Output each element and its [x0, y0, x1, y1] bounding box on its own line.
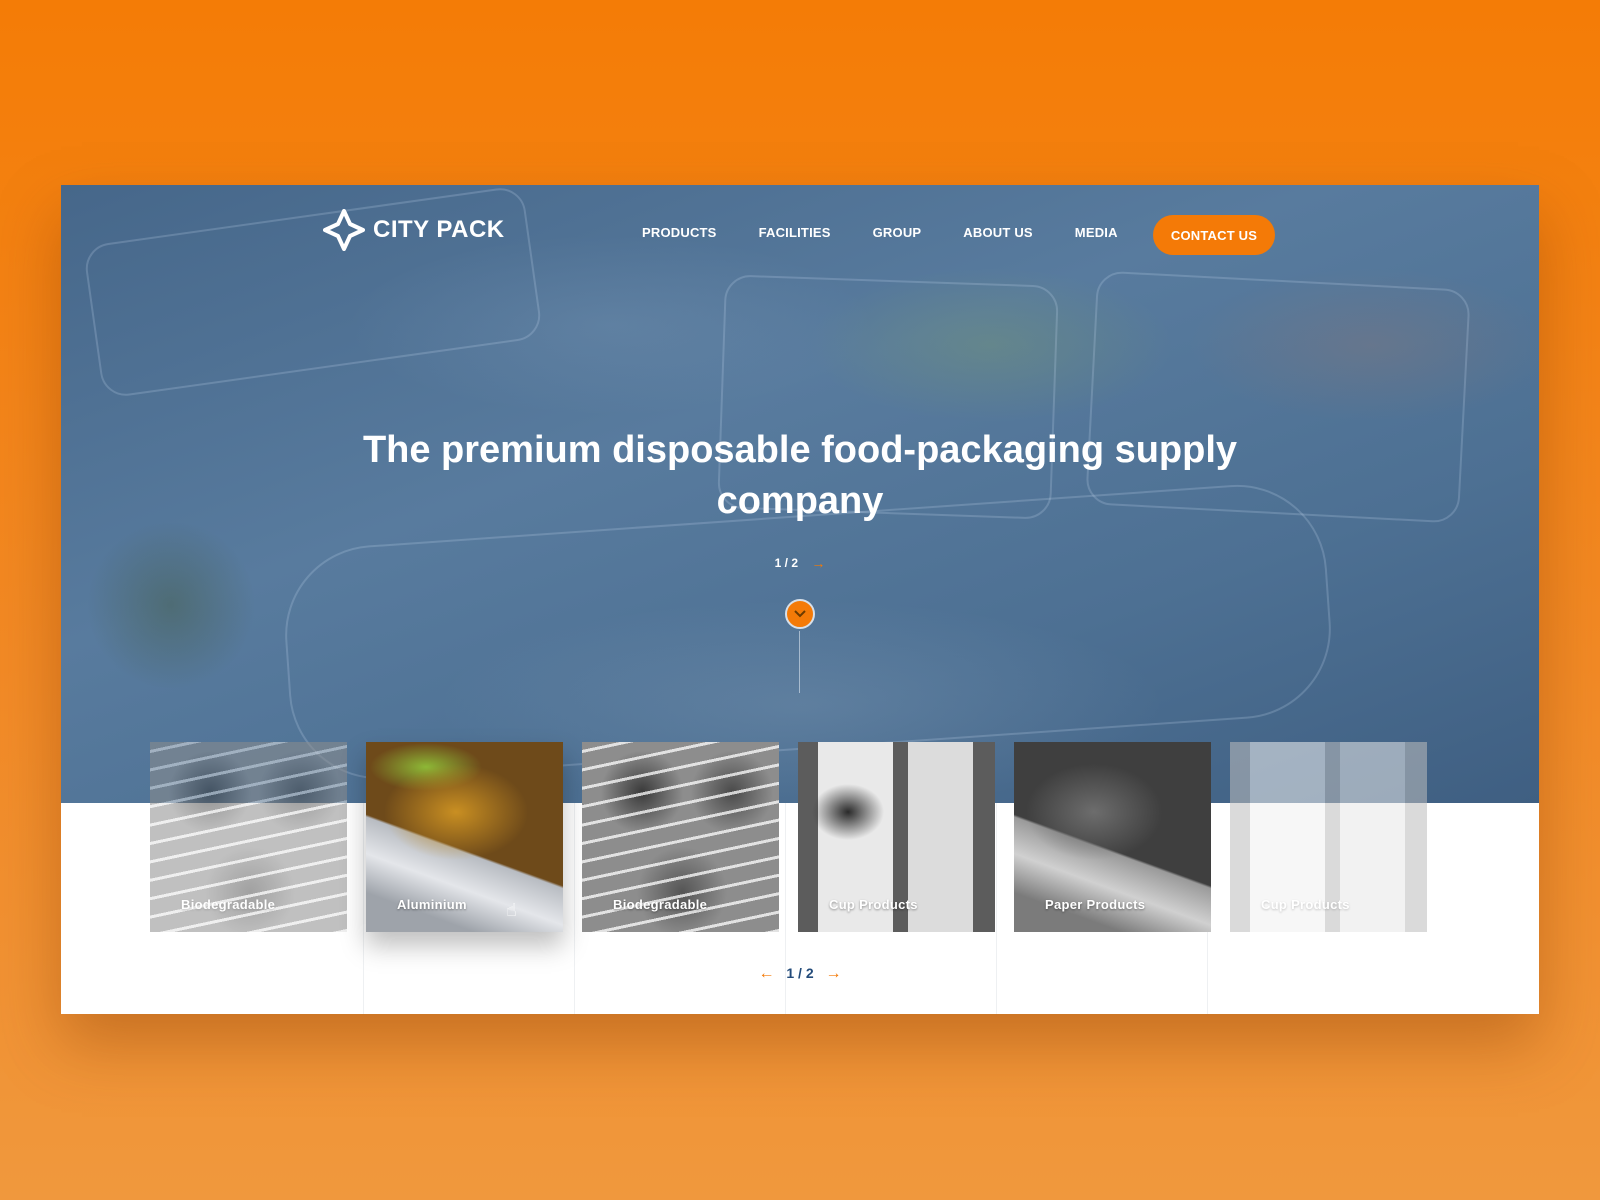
brand-name: CITY PACK: [373, 216, 505, 243]
contact-us-button[interactable]: CONTACT US: [1153, 215, 1275, 255]
nav-group[interactable]: GROUP: [852, 217, 943, 248]
product-card-label: Paper Products: [1045, 897, 1146, 912]
nav-about-us[interactable]: ABOUT US: [942, 217, 1054, 248]
product-card-label: Biodegradable: [181, 897, 276, 912]
top-navigation: CITY PACK PRODUCTS FACILITIES GROUP ABOU…: [61, 185, 1539, 275]
arrow-right-icon[interactable]: →: [826, 965, 842, 982]
hero-headline: The premium disposable food-packaging su…: [362, 429, 1238, 522]
product-card-biodegradable[interactable]: Biodegradable: [150, 742, 347, 932]
product-card-cup-products[interactable]: Cup Products: [1230, 742, 1427, 932]
product-card-label: Biodegradable: [613, 897, 708, 912]
product-card-aluminium[interactable]: Aluminium ☝: [366, 742, 563, 932]
scroll-indicator-line: [799, 631, 800, 693]
chevron-down-icon: [794, 610, 806, 618]
arrow-right-icon[interactable]: →: [811, 555, 825, 571]
hero-slider-pager: 1 / 2 →: [61, 555, 1539, 571]
nav-facilities[interactable]: FACILITIES: [738, 217, 852, 248]
product-card-paper-products[interactable]: Paper Products: [1014, 742, 1211, 932]
product-card-cup-products[interactable]: Cup Products: [798, 742, 995, 932]
hand-pointer-icon: ☝: [506, 900, 517, 920]
arrow-left-icon[interactable]: ←: [758, 965, 774, 982]
hero-pager-count: 1 / 2: [774, 556, 798, 570]
city-pack-logo-icon: [323, 209, 365, 251]
browser-frame: CITY PACK PRODUCTS FACILITIES GROUP ABOU…: [61, 185, 1539, 1014]
main-menu: PRODUCTS FACILITIES GROUP ABOUT US MEDIA: [621, 217, 1139, 248]
nav-products[interactable]: PRODUCTS: [621, 217, 738, 248]
product-carousel: Biodegradable Aluminium ☝ Biodegradable …: [150, 742, 1440, 932]
product-card-label: Cup Products: [829, 897, 918, 912]
logo[interactable]: CITY PACK: [323, 209, 505, 251]
hero-section: CITY PACK PRODUCTS FACILITIES GROUP ABOU…: [61, 185, 1539, 803]
product-pager-count: 1 / 2: [786, 965, 814, 981]
product-card-label: Cup Products: [1261, 897, 1350, 912]
scroll-down-button[interactable]: [785, 599, 815, 629]
product-card-biodegradable[interactable]: Biodegradable: [582, 742, 779, 932]
product-card-label: Aluminium: [397, 897, 467, 912]
product-pager: ← 1 / 2 →: [61, 965, 1539, 983]
nav-media[interactable]: MEDIA: [1054, 217, 1139, 248]
